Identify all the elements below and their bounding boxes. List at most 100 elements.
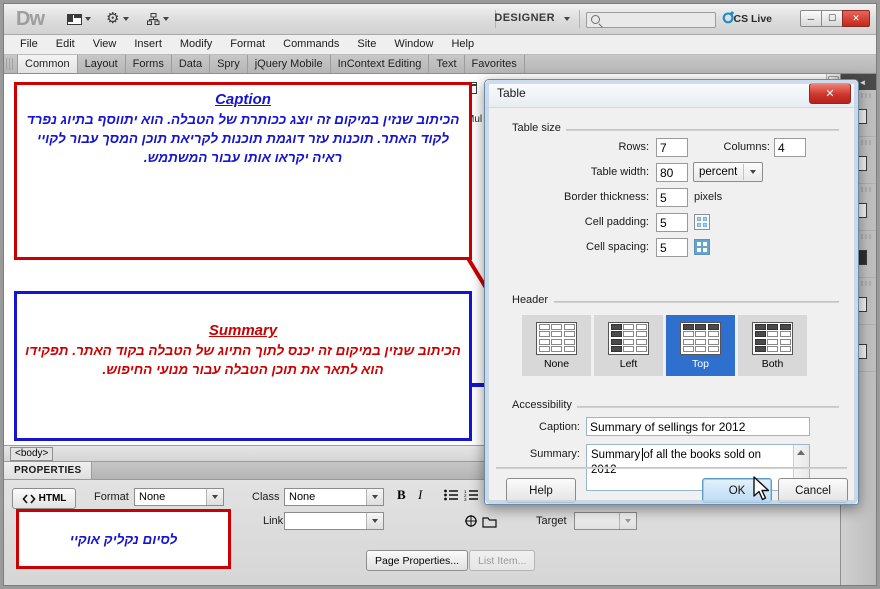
target-label: Target: [536, 515, 567, 527]
menu-item-window[interactable]: Window: [385, 35, 442, 54]
toolbar-divider: [579, 10, 580, 28]
workspace-switcher-label[interactable]: DESIGNER: [494, 12, 555, 24]
list-item-button[interactable]: List Item...: [469, 550, 536, 571]
border-thickness-input[interactable]: 5: [656, 188, 688, 207]
menu-item-insert[interactable]: Insert: [125, 35, 171, 54]
maximize-button[interactable]: ☐: [821, 10, 843, 27]
chevron-down-icon: [366, 513, 383, 529]
header-option-none-label: None: [543, 357, 570, 370]
window-controls: ─ ☐ ✕: [800, 10, 870, 27]
code-icon: [22, 493, 36, 504]
table-dialog: Table ✕ Table size Rows: 7 Columns: 4 Ta…: [484, 79, 859, 505]
tab-forms[interactable]: Forms: [126, 55, 172, 73]
italic-button[interactable]: I: [418, 487, 422, 503]
dreamweaver-logo: Dw: [16, 8, 45, 30]
caption-label: Caption:: [539, 421, 580, 433]
caption-input[interactable]: Summary of sellings for 2012: [586, 417, 810, 436]
header-option-both[interactable]: Both: [738, 315, 807, 376]
cs-live-label[interactable]: CS Live: [733, 13, 772, 25]
menu-item-format[interactable]: Format: [221, 35, 274, 54]
menu-item-view[interactable]: View: [84, 35, 126, 54]
scroll-up-icon[interactable]: [797, 450, 805, 455]
site-management-button[interactable]: [144, 10, 172, 28]
dialog-separator: [496, 467, 847, 469]
format-select[interactable]: None: [134, 488, 224, 506]
svg-text:3: 3: [464, 497, 467, 501]
menu-item-site[interactable]: Site: [348, 35, 385, 54]
help-button[interactable]: Help: [506, 478, 576, 503]
cell-padding-icon: [694, 214, 710, 230]
header-option-top[interactable]: Top: [666, 315, 735, 376]
chevron-down-icon: [163, 17, 169, 21]
tab-spry[interactable]: Spry: [210, 55, 248, 73]
border-thickness-unit: pixels: [694, 191, 723, 203]
link-input[interactable]: [284, 512, 384, 530]
bold-button[interactable]: B: [397, 487, 406, 503]
tag-selector-body[interactable]: <body>: [10, 446, 54, 461]
browse-folder-icon[interactable]: [482, 515, 497, 528]
border-thickness-label: Border thickness:: [564, 191, 649, 203]
header-none-icon: [536, 321, 577, 355]
class-label: Class: [252, 491, 280, 503]
header-option-left-label: Left: [619, 357, 638, 370]
summary-textarea-value: Summary of all the books sold on 2012: [591, 449, 762, 476]
chevron-down-icon[interactable]: [564, 17, 570, 21]
columns-input[interactable]: 4: [774, 138, 806, 157]
rows-input[interactable]: 7: [656, 138, 688, 157]
tab-text[interactable]: Text: [429, 55, 465, 73]
close-button[interactable]: ✕: [842, 10, 870, 27]
menu-item-help[interactable]: Help: [442, 35, 483, 54]
table-width-unit-select[interactable]: percent: [693, 162, 763, 182]
chevron-down-icon: [85, 17, 91, 21]
unordered-list-icon[interactable]: [444, 489, 458, 501]
table-size-group: Table size Rows: 7 Columns: 4 Table widt…: [504, 122, 839, 289]
extend-settings-button[interactable]: [104, 9, 132, 28]
table-dialog-title-bar: Table ✕: [485, 80, 858, 108]
tab-jquery-mobile[interactable]: jQuery Mobile: [248, 55, 331, 73]
panel-grip[interactable]: [6, 58, 15, 70]
cell-padding-input[interactable]: 5: [656, 213, 688, 232]
header-left-icon: [608, 321, 649, 355]
tab-properties[interactable]: PROPERTIES: [4, 462, 93, 479]
page-properties-button[interactable]: Page Properties...: [366, 550, 469, 571]
menu-item-file[interactable]: File: [11, 35, 47, 54]
chevron-down-icon: [366, 489, 383, 505]
table-width-input[interactable]: 80: [656, 163, 688, 182]
insert-panel-tabs: Common Layout Forms Data Spry jQuery Mob…: [4, 55, 876, 74]
tab-data[interactable]: Data: [172, 55, 211, 73]
layout-switcher-button[interactable]: [64, 10, 94, 28]
ordered-list-icon[interactable]: 123: [464, 489, 478, 501]
tab-favorites[interactable]: Favorites: [465, 55, 525, 73]
search-input[interactable]: [586, 12, 716, 28]
chevron-down-icon: [123, 17, 129, 21]
tab-common[interactable]: Common: [17, 55, 78, 73]
header-option-left[interactable]: Left: [594, 315, 663, 376]
class-select[interactable]: None: [284, 488, 384, 506]
table-width-unit-value: percent: [699, 166, 738, 178]
title-bar: Dw DESIGNER CS Li: [4, 4, 876, 35]
format-label: Format: [94, 491, 129, 503]
header-both-icon: [752, 321, 793, 355]
menu-item-commands[interactable]: Commands: [274, 35, 348, 54]
summary-annotation-title: Summary: [208, 322, 278, 339]
gear-icon: [106, 9, 120, 27]
link-label: Link: [263, 515, 284, 527]
cancel-button[interactable]: Cancel: [778, 478, 848, 503]
minimize-button[interactable]: ─: [800, 10, 822, 27]
menu-item-edit[interactable]: Edit: [47, 35, 84, 54]
dreamweaver-window: Dw DESIGNER CS Li: [3, 3, 877, 586]
close-icon[interactable]: ✕: [809, 83, 851, 104]
cell-spacing-input[interactable]: 5: [656, 238, 688, 257]
format-value: None: [139, 491, 166, 503]
header-option-top-label: Top: [692, 357, 709, 370]
header-option-row: None Left Top Both: [522, 315, 807, 376]
html-mode-label: HTML: [38, 493, 67, 504]
header-option-none[interactable]: None: [522, 315, 591, 376]
html-mode-button[interactable]: HTML: [12, 488, 76, 509]
tab-incontext-editing[interactable]: InContext Editing: [331, 55, 430, 73]
menu-item-modify[interactable]: Modify: [171, 35, 221, 54]
text-caret: [642, 448, 643, 461]
ok-button[interactable]: OK: [702, 478, 772, 503]
tab-layout[interactable]: Layout: [78, 55, 126, 73]
point-to-file-icon[interactable]: [464, 514, 478, 528]
